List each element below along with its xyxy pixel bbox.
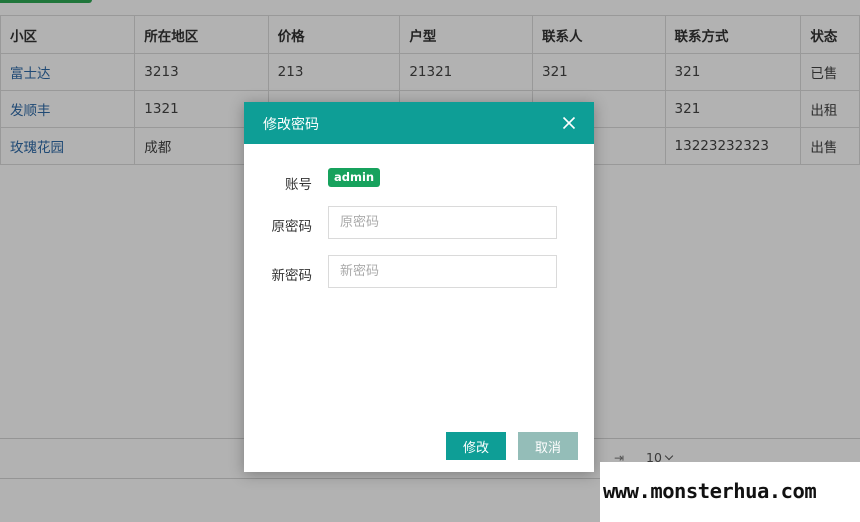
dialog-title: 修改密码	[263, 117, 319, 133]
old-password-label: 原密码	[271, 219, 313, 235]
dialog-header: 修改密码	[244, 102, 594, 144]
new-password-label: 新密码	[271, 268, 313, 284]
account-badge: admin	[328, 168, 381, 187]
page: 小区 所在地区 价格 户型 联系人 联系方式 状态 富士达 3213 213 2…	[0, 0, 860, 522]
cancel-button[interactable]: 取消	[518, 432, 578, 460]
new-password-input[interactable]	[328, 255, 557, 288]
watermark-text: www.monsterhua.com	[603, 479, 817, 503]
watermark: www.monsterhua.com	[600, 462, 860, 522]
account-label: 账号	[285, 177, 312, 193]
old-password-input[interactable]	[328, 206, 557, 239]
submit-button[interactable]: 修改	[446, 432, 506, 460]
change-password-dialog: 修改密码 账号 admin 原密码 新密码 修改 取消	[244, 102, 594, 472]
close-icon[interactable]	[562, 116, 576, 130]
